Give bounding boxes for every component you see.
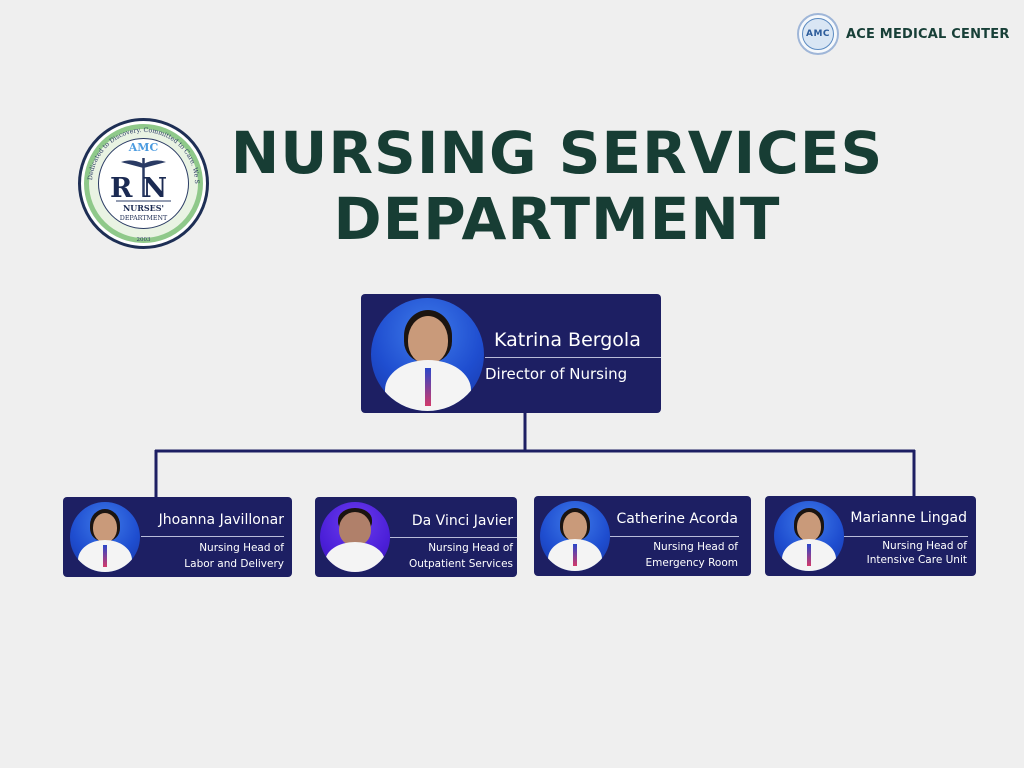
head-role-4: Nursing Head of Intensive Care Unit xyxy=(867,539,967,567)
head-photo-4 xyxy=(774,501,844,571)
head-card-4: Marianne Lingad Nursing Head of Intensiv… xyxy=(765,496,976,576)
head-role-4-line2: Intensive Care Unit xyxy=(866,554,967,566)
head-name-2: Da Vinci Javier xyxy=(411,513,513,529)
head-card-1: Jhoanna Javillonar Nursing Head of Labor… xyxy=(63,497,292,577)
head-role-1: Nursing Head of Labor and Delivery xyxy=(184,540,284,572)
head-photo-2 xyxy=(320,502,390,572)
head-role-4-line1: Nursing Head of xyxy=(882,540,967,552)
director-name: Katrina Bergola xyxy=(494,329,641,351)
head-role-1-line1: Nursing Head of xyxy=(199,542,284,554)
head-card-2: Da Vinci Javier Nursing Head of Outpatie… xyxy=(315,497,517,577)
head-name-4: Marianne Lingad xyxy=(850,510,967,526)
head-name-3: Catherine Acorda xyxy=(616,511,738,527)
head-photo-1 xyxy=(70,502,140,572)
head-role-3-line2: Emergency Room xyxy=(645,557,738,569)
director-photo xyxy=(371,298,484,411)
head-role-3: Nursing Head of Emergency Room xyxy=(646,539,738,571)
head-photo-3 xyxy=(540,501,610,571)
head-role-3-line1: Nursing Head of xyxy=(653,541,738,553)
director-role: Director of Nursing xyxy=(485,365,628,383)
head-role-2-line2: Outpatient Services xyxy=(408,558,513,570)
head-name-1: Jhoanna Javillonar xyxy=(158,512,284,528)
head-card-3: Catherine Acorda Nursing Head of Emergen… xyxy=(534,496,751,576)
head-role-2-line1: Nursing Head of xyxy=(428,542,513,554)
director-card: Katrina Bergola Director of Nursing xyxy=(361,294,661,413)
head-role-2: Nursing Head of Outpatient Services xyxy=(409,540,513,572)
head-role-1-line2: Labor and Delivery xyxy=(184,558,284,570)
